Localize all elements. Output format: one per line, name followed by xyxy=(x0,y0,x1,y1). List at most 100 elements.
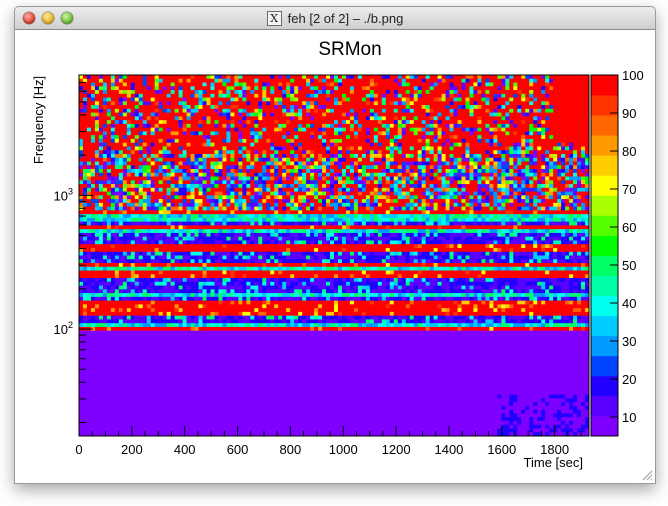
heatmap-cell xyxy=(90,176,96,181)
heatmap-cell xyxy=(449,217,454,223)
heatmap-cell xyxy=(357,150,363,155)
heatmap-cell xyxy=(521,161,526,166)
heatmap-cell xyxy=(501,112,506,117)
heatmap-cell xyxy=(341,97,347,102)
heatmap-cell xyxy=(509,120,514,125)
heatmap-cell xyxy=(90,150,96,155)
heatmap-cell xyxy=(425,75,431,80)
heatmap-cell xyxy=(98,108,104,113)
heatmap-cell xyxy=(369,146,375,151)
heatmap-cell xyxy=(186,105,191,110)
heatmap-cell xyxy=(234,176,239,181)
heatmap-cell xyxy=(226,165,231,170)
heatmap-cell xyxy=(230,90,235,95)
heatmap-cell xyxy=(445,135,450,140)
heatmap-cell xyxy=(337,78,343,83)
heatmap-cell xyxy=(369,153,375,159)
heatmap-cell xyxy=(166,97,172,102)
heatmap-cell xyxy=(449,138,454,144)
heatmap-cell xyxy=(509,123,514,129)
heatmap-cell xyxy=(533,112,538,117)
heatmap-cell xyxy=(385,131,391,136)
heatmap-cell xyxy=(433,146,438,151)
heatmap-cell xyxy=(401,82,407,87)
heatmap-cell xyxy=(146,157,152,162)
heatmap-cell xyxy=(577,82,582,87)
heatmap-cell xyxy=(385,120,391,125)
heatmap-cell xyxy=(437,191,442,196)
heatmap-cell xyxy=(445,202,450,208)
heatmap-cell xyxy=(405,142,411,147)
heatmap-cell xyxy=(381,214,387,219)
heatmap-cell xyxy=(581,101,586,106)
heatmap-cell xyxy=(549,217,554,223)
heatmap-cell xyxy=(373,86,379,91)
heatmap-cell xyxy=(349,153,355,159)
heatmap-cell xyxy=(254,120,259,125)
heatmap-cell xyxy=(377,199,383,204)
heatmap-cell xyxy=(441,90,446,95)
heatmap-cell xyxy=(190,131,195,136)
heatmap-cell xyxy=(577,138,582,144)
heatmap-cell xyxy=(537,214,542,219)
heatmap-cell xyxy=(433,195,438,200)
heatmap-cell xyxy=(242,127,247,132)
heatmap-cell xyxy=(246,184,251,189)
heatmap-cell xyxy=(341,112,347,117)
heatmap-cell xyxy=(533,82,538,87)
heatmap-cell xyxy=(322,187,327,192)
heatmap-cell xyxy=(270,105,275,110)
heatmap-cell xyxy=(310,112,315,117)
heatmap-cell xyxy=(114,199,120,204)
heatmap-cell xyxy=(218,97,223,102)
heatmap-cell xyxy=(489,180,494,185)
heatmap-cell xyxy=(130,138,136,144)
heatmap-cell xyxy=(106,105,112,110)
heatmap-cell xyxy=(298,176,303,181)
heatmap-cell xyxy=(501,97,506,102)
heatmap-cell xyxy=(549,206,554,211)
heatmap-cell xyxy=(238,86,243,91)
heatmap-cell xyxy=(569,146,574,151)
heatmap-cell xyxy=(314,127,319,132)
heatmap-cell xyxy=(533,97,538,102)
heatmap-cell xyxy=(198,108,203,113)
heatmap-cell xyxy=(158,97,164,102)
heatmap-cell xyxy=(457,202,462,208)
heatmap-cell xyxy=(533,105,538,110)
heatmap-cell xyxy=(106,90,112,95)
heatmap-cell xyxy=(501,135,506,140)
heatmap-cell xyxy=(497,82,502,87)
heatmap-cell xyxy=(425,93,431,98)
heatmap-cell xyxy=(417,172,423,177)
heatmap-cell xyxy=(238,101,243,106)
heatmap-cell xyxy=(290,214,295,219)
heatmap-cell xyxy=(258,195,263,200)
heatmap-cell xyxy=(337,165,343,170)
heatmap-cell xyxy=(86,127,92,132)
heatmap-cell xyxy=(162,214,168,219)
heatmap-cell xyxy=(437,157,442,162)
heatmap-cell xyxy=(493,161,498,166)
heatmap-cell xyxy=(166,108,172,113)
heatmap-cell xyxy=(357,108,363,113)
heatmap-cell xyxy=(238,184,243,189)
heatmap-cell xyxy=(126,105,132,110)
heatmap-cell xyxy=(553,116,558,121)
heatmap-cell xyxy=(513,195,518,200)
heatmap-cell xyxy=(509,78,514,83)
heatmap-cell xyxy=(573,78,578,83)
heatmap-cell xyxy=(254,116,259,121)
heatmap-cell xyxy=(202,75,207,80)
heatmap-cell xyxy=(250,120,255,125)
heatmap-cell xyxy=(278,105,283,110)
heatmap-cell xyxy=(210,210,215,215)
title-bar[interactable]: X feh [2 of 2] – ./b.png xyxy=(15,7,655,30)
heatmap-cell xyxy=(517,86,522,91)
heatmap-cell xyxy=(505,78,510,83)
heatmap-cell xyxy=(537,127,542,132)
heatmap-cell xyxy=(274,202,279,208)
heatmap-cell xyxy=(477,191,482,196)
heatmap-cell xyxy=(541,97,546,102)
heatmap-cell xyxy=(481,153,486,159)
